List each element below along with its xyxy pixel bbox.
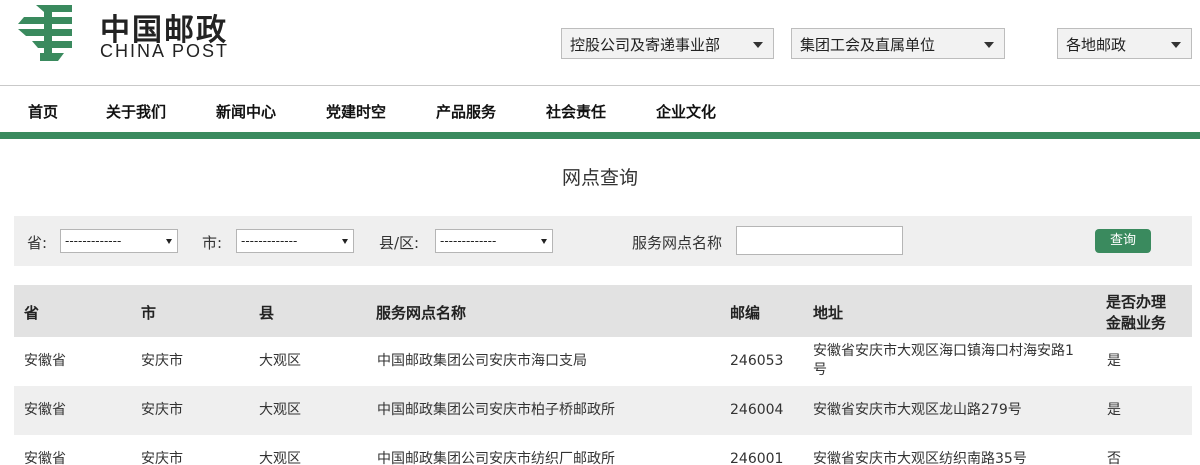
table-row: 安徽省 安庆市 大观区 中国邮政集团公司安庆市纺织厂邮政所 246001 安徽省… <box>14 435 1192 465</box>
cell-province: 安徽省 <box>24 451 66 465</box>
holding-company-select-label: 控股公司及寄递事业部 <box>570 36 721 54</box>
nav-products[interactable]: 产品服务 <box>436 101 496 122</box>
cell-outlet-name: 中国邮政集团公司安庆市纺织厂邮政所 <box>377 451 615 465</box>
county-label: 县/区: <box>379 234 420 252</box>
header-address: 地址 <box>813 304 844 322</box>
cell-county: 大观区 <box>259 451 301 465</box>
union-units-select-label: 集团工会及直属单位 <box>800 36 936 54</box>
nav-party-building[interactable]: 党建时空 <box>326 101 386 122</box>
province-select[interactable]: ------------- <box>60 229 178 253</box>
cell-county: 大观区 <box>259 353 301 369</box>
search-button[interactable]: 查询 <box>1095 229 1151 253</box>
china-post-emblem-icon <box>18 5 72 61</box>
nav-about[interactable]: 关于我们 <box>106 101 166 122</box>
cell-finance: 是 <box>1107 402 1121 418</box>
nav-home[interactable]: 首页 <box>28 101 58 122</box>
chevron-down-icon <box>984 42 994 48</box>
chevron-down-icon <box>166 239 172 244</box>
cell-postcode: 246001 <box>730 451 784 465</box>
cell-address: 安徽省安庆市大观区海口镇海口村海安路1 <box>813 343 1074 359</box>
county-select[interactable]: ------------- <box>435 229 553 253</box>
province-label: 省: <box>27 234 48 252</box>
outlet-name-input[interactable] <box>736 226 903 255</box>
nav-social-responsibility[interactable]: 社会责任 <box>546 101 606 122</box>
cell-city: 安庆市 <box>141 402 183 418</box>
table-row: 安徽省 安庆市 大观区 中国邮政集团公司安庆市海口支局 246053 安徽省安庆… <box>14 337 1192 386</box>
logo-english-text: CHINA POST <box>100 41 230 61</box>
cell-county: 大观区 <box>259 402 301 418</box>
cell-outlet-name: 中国邮政集团公司安庆市海口支局 <box>377 353 587 369</box>
page-title: 网点查询 <box>561 167 638 189</box>
outlet-name-label: 服务网点名称 <box>632 234 723 252</box>
nav-culture[interactable]: 企业文化 <box>656 101 716 122</box>
union-units-select[interactable]: 集团工会及直属单位 <box>791 28 1005 59</box>
holding-company-select[interactable]: 控股公司及寄递事业部 <box>561 28 774 59</box>
chevron-down-icon <box>753 42 763 48</box>
table-header: 省 市 县 服务网点名称 邮编 地址 是否办理 金融业务 <box>14 285 1192 337</box>
local-post-select-label: 各地邮政 <box>1066 36 1127 54</box>
cell-city: 安庆市 <box>141 451 183 465</box>
header-finance-line2: 金融业务 <box>1106 314 1167 332</box>
city-label: 市: <box>202 234 223 252</box>
cell-province: 安徽省 <box>24 353 66 369</box>
main-nav: 首页 关于我们 新闻中心 党建时空 产品服务 社会责任 企业文化 <box>0 86 1200 132</box>
cell-city: 安庆市 <box>141 353 183 369</box>
site-header: 中国邮政 CHINA POST 控股公司及寄递事业部 集团工会及直属单位 各地邮… <box>0 0 1200 86</box>
header-postcode: 邮编 <box>730 304 761 322</box>
china-post-logo[interactable]: 中国邮政 CHINA POST <box>14 3 234 63</box>
city-select[interactable]: ------------- <box>236 229 354 253</box>
header-outlet-name: 服务网点名称 <box>376 304 467 322</box>
county-select-value: ------------- <box>440 234 497 248</box>
cell-address-line2: 号 <box>813 362 827 378</box>
chevron-down-icon <box>541 239 547 244</box>
outlet-table: 省 市 县 服务网点名称 邮编 地址 是否办理 金融业务 安徽省 安庆市 大观区… <box>14 285 1192 465</box>
header-county: 县 <box>259 304 275 322</box>
nav-underline-bar <box>0 132 1200 139</box>
header-finance-line1: 是否办理 <box>1106 293 1167 311</box>
city-select-value: ------------- <box>241 234 298 248</box>
cell-postcode: 246053 <box>730 353 784 369</box>
cell-province: 安徽省 <box>24 402 66 418</box>
province-select-value: ------------- <box>65 234 122 248</box>
header-city: 市 <box>141 304 157 322</box>
cell-address: 安徽省安庆市大观区龙山路279号 <box>813 402 1022 418</box>
table-row: 安徽省 安庆市 大观区 中国邮政集团公司安庆市柏子桥邮政所 246004 安徽省… <box>14 386 1192 435</box>
cell-address: 安徽省安庆市大观区纺织南路35号 <box>813 451 1027 465</box>
cell-postcode: 246004 <box>730 402 784 418</box>
cell-outlet-name: 中国邮政集团公司安庆市柏子桥邮政所 <box>377 402 615 418</box>
chevron-down-icon <box>1171 42 1181 48</box>
search-form: 省: ------------- 市: ------------- 县/区: -… <box>14 216 1192 266</box>
chevron-down-icon <box>342 239 348 244</box>
header-province: 省 <box>24 304 40 322</box>
cell-finance: 是 <box>1107 353 1121 369</box>
cell-finance: 否 <box>1107 451 1121 465</box>
local-post-select[interactable]: 各地邮政 <box>1057 28 1192 59</box>
nav-news[interactable]: 新闻中心 <box>216 101 276 122</box>
